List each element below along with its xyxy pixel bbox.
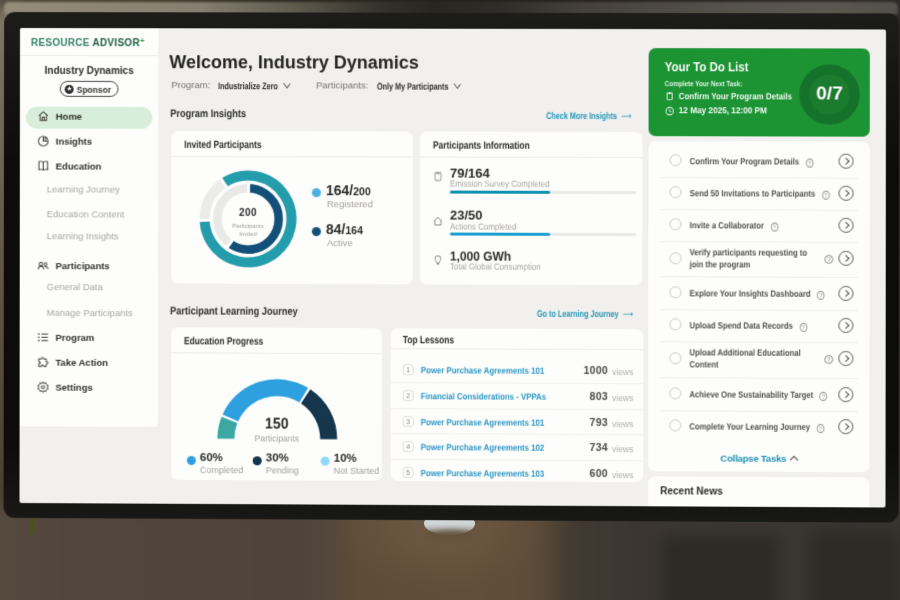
svg-text:200: 200 [239, 208, 257, 219]
svg-text:Invited: Invited [239, 232, 257, 238]
svg-text:Participants: Participants [232, 224, 263, 230]
